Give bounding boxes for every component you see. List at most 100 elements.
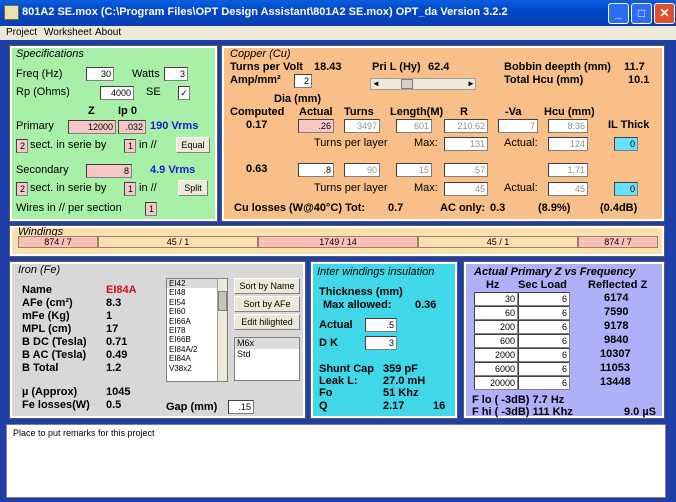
- wires-input[interactable]: 1: [145, 202, 157, 216]
- grade-list-item[interactable]: M6x: [235, 338, 299, 349]
- parallel-label: in //: [139, 139, 157, 151]
- dk-input[interactable]: 3: [365, 336, 397, 350]
- secondary-z-input[interactable]: 8: [86, 164, 132, 178]
- actual-thickness-input[interactable]: .5: [365, 318, 397, 332]
- remarks-textarea[interactable]: Place to put remarks for this project: [6, 424, 666, 498]
- mpl-label: MPL (cm): [22, 323, 72, 335]
- grade-list-item[interactable]: Std: [235, 349, 299, 360]
- freq-input[interactable]: 200: [474, 320, 518, 334]
- minimize-button[interactable]: _: [608, 3, 629, 24]
- freq-input[interactable]: 6000: [474, 362, 518, 376]
- primary-il-input[interactable]: 0: [614, 137, 638, 151]
- reflected-z-value: 10307: [600, 348, 631, 360]
- watts-input[interactable]: 3: [164, 67, 188, 81]
- btot-label: B Total: [22, 362, 59, 374]
- z-header: Z: [88, 105, 95, 117]
- fe-losses-value: 0.5: [106, 399, 122, 411]
- sort-by-name-button[interactable]: Sort by Name: [234, 278, 300, 294]
- sec-load-input[interactable]: 6: [518, 376, 570, 390]
- freq-input[interactable]: 20000: [474, 376, 518, 390]
- se-checkbox[interactable]: ✓: [178, 86, 190, 100]
- slider-right-arrow[interactable]: ►: [467, 79, 475, 88]
- amp-label: Amp/mm²: [230, 74, 281, 86]
- scrollbar-thumb[interactable]: [218, 291, 227, 311]
- menu-bar: Project Worksheet About: [0, 26, 676, 40]
- primary-sections-input[interactable]: 2: [16, 139, 28, 153]
- grade-list[interactable]: M6x Std: [234, 337, 300, 381]
- computed-header: Computed: [230, 106, 285, 118]
- secondary-actual-dia-input[interactable]: .8: [298, 163, 334, 177]
- core-list-scrollbar[interactable]: [217, 279, 227, 381]
- actual-label: Actual:: [504, 182, 538, 194]
- fo-label: Fo: [319, 387, 333, 399]
- primary-ip0-input[interactable]: .032: [118, 120, 146, 134]
- dk-label: D K: [319, 337, 338, 349]
- il-header: IL Thick: [608, 119, 650, 131]
- bdc-label: B DC (Tesla): [22, 336, 87, 348]
- cu-losses-label: Cu losses (W@40°C) Tot:: [234, 202, 366, 214]
- freq-input[interactable]: 2000: [474, 348, 518, 362]
- sec-load-input[interactable]: 6: [518, 306, 570, 320]
- rp-input[interactable]: 4000: [100, 86, 134, 100]
- leak-value: 27.0 mH: [383, 375, 426, 387]
- reflected-z-value: 13448: [600, 376, 631, 388]
- close-button[interactable]: ✕: [654, 3, 675, 24]
- amp-input[interactable]: 2: [294, 74, 312, 88]
- sec-load-input[interactable]: 6: [518, 334, 570, 348]
- bac-label: B AC (Tesla): [22, 349, 87, 361]
- secondary-label: Secondary: [16, 164, 69, 176]
- freq-input[interactable]: 60: [474, 306, 518, 320]
- primary-vrms: 190 Vrms: [150, 120, 199, 132]
- primary-hcu: 8.36: [548, 119, 588, 133]
- equal-button[interactable]: Equal: [176, 137, 210, 153]
- sort-by-afe-button[interactable]: Sort by AFe: [234, 296, 300, 312]
- freq-input[interactable]: 30: [474, 292, 518, 306]
- primary-actual-dia-input[interactable]: .26: [298, 119, 334, 133]
- sec-load-input[interactable]: 6: [518, 362, 570, 376]
- edit-highlighted-button[interactable]: Edit hilighted: [234, 314, 300, 330]
- max-allowed-label: Max allowed:: [323, 299, 392, 311]
- primary-z-input[interactable]: 12000: [68, 120, 116, 134]
- secondary-computed-dia: 0.63: [246, 163, 268, 175]
- split-button[interactable]: Split: [178, 180, 208, 196]
- menu-about[interactable]: About: [95, 27, 121, 38]
- slider-left-arrow[interactable]: ◄: [372, 79, 380, 88]
- sec-load-input[interactable]: 6: [518, 292, 570, 306]
- primary-turns: 3497: [344, 119, 380, 133]
- slider-thumb[interactable]: [401, 79, 413, 89]
- bobbin-label: Bobbin deepth (mm): [504, 61, 611, 73]
- reflected-z-value: 9178: [604, 320, 629, 332]
- primary-computed-dia: 0.17: [246, 119, 268, 131]
- freq-input[interactable]: 600: [474, 334, 518, 348]
- winding-primary-1: 874 / 7: [18, 236, 98, 248]
- menu-worksheet[interactable]: Worksheet: [44, 27, 92, 38]
- specifications-panel: Specifications Freq (Hz) 30 Watts 3 Rp (…: [9, 45, 218, 222]
- primary-length: 601: [396, 119, 432, 133]
- leak-label: Leak L:: [319, 375, 358, 387]
- secondary-il-input[interactable]: 0: [614, 182, 638, 196]
- sect-label: sect. in serie by: [30, 182, 107, 194]
- reflected-z-value: 11053: [600, 362, 630, 374]
- secondary-sections-input[interactable]: 2: [16, 182, 28, 196]
- gap-input[interactable]: .15: [228, 400, 254, 414]
- shunt-cap-label: Shunt Cap: [319, 363, 374, 375]
- maximize-button[interactable]: □: [631, 3, 652, 24]
- panel-title: Actual Primary Z vs Frequency: [474, 266, 636, 278]
- ac-only-value: 0.3: [490, 202, 506, 214]
- core-name-value: EI84A: [106, 284, 137, 296]
- core-list[interactable]: EI42 EI48 EI54 EI60 EI66A EI78 EI66B EI8…: [166, 278, 228, 382]
- shunt-cap-value: 359 pF: [383, 363, 418, 375]
- length-header: Length(M): [390, 106, 444, 118]
- fo-value: 51 Khz: [383, 387, 419, 399]
- sec-load-input[interactable]: 6: [518, 348, 570, 362]
- primary-parallel-input[interactable]: 1: [124, 139, 136, 153]
- freq-input[interactable]: 30: [86, 67, 114, 81]
- menu-project[interactable]: Project: [6, 27, 37, 38]
- windings-panel: Windings 874 / 7 45 / 1 1749 / 14 45 / 1…: [9, 225, 665, 257]
- sec-load-header: Sec Load: [518, 279, 567, 291]
- panel-title: Specifications: [16, 48, 84, 60]
- sec-load-input[interactable]: 6: [518, 320, 570, 334]
- pril-slider[interactable]: ◄ ►: [370, 78, 476, 90]
- parallel-label: in //: [139, 182, 157, 194]
- secondary-parallel-input[interactable]: 1: [124, 182, 136, 196]
